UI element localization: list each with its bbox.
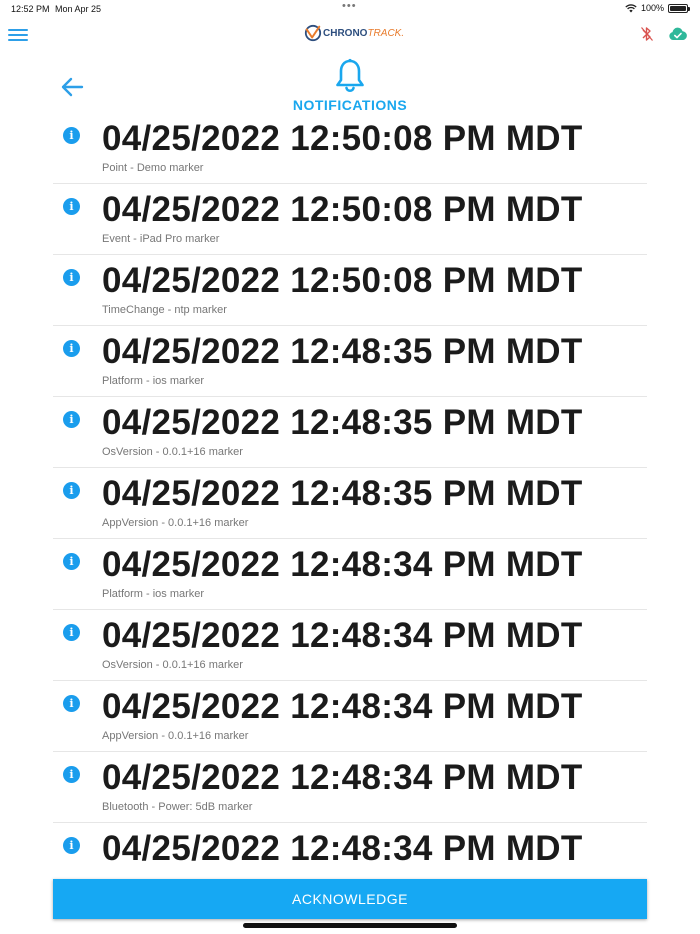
status-bar: 12:52 PM Mon Apr 25 ••• 100%	[0, 0, 700, 18]
status-time: 12:52 PM	[11, 4, 50, 14]
info-icon: i	[63, 269, 80, 286]
notification-row[interactable]: i 04/25/2022 12:48:34 PM MDT OsVersion -…	[53, 610, 647, 681]
notification-row[interactable]: i 04/25/2022 12:48:35 PM MDT Platform - …	[53, 326, 647, 397]
bluetooth-off-icon[interactable]	[640, 26, 654, 42]
notification-row[interactable]: i 04/25/2022 12:48:34 PM MDT Platform - …	[53, 539, 647, 610]
acknowledge-button[interactable]: ACKNOWLEDGE	[53, 879, 647, 919]
notification-timestamp: 04/25/2022 12:48:35 PM MDT	[102, 403, 583, 442]
notification-description: OsVersion - 0.0.1+16 marker	[102, 446, 243, 458]
info-icon: i	[63, 695, 80, 712]
status-date: Mon Apr 25	[55, 4, 102, 14]
bell-icon	[336, 58, 364, 92]
notification-row[interactable]: i 04/25/2022 12:50:08 PM MDT Event - iPa…	[53, 184, 647, 255]
notification-timestamp: 04/25/2022 12:50:08 PM MDT	[102, 119, 583, 158]
notification-description: OsVersion - 0.0.1+16 marker	[102, 659, 243, 671]
notification-timestamp: 04/25/2022 12:48:34 PM MDT	[102, 687, 583, 726]
notification-row[interactable]: i 04/25/2022 12:48:35 PM MDT OsVersion -…	[53, 397, 647, 468]
info-icon: i	[63, 553, 80, 570]
notification-list[interactable]: i 04/25/2022 12:50:08 PM MDT Point - Dem…	[53, 113, 647, 894]
notification-description: TimeChange - ntp marker	[102, 304, 227, 316]
logo-mark-icon	[304, 24, 322, 42]
notification-timestamp: 04/25/2022 12:48:34 PM MDT	[102, 758, 583, 797]
notification-description: Platform - ios marker	[102, 588, 205, 600]
menu-icon[interactable]	[8, 26, 28, 42]
notification-timestamp: 04/25/2022 12:48:35 PM MDT	[102, 332, 583, 371]
info-icon: i	[63, 837, 80, 854]
app-bar: CHRONOTRACK.	[0, 18, 700, 58]
logo-text: CHRONOTRACK.	[323, 27, 405, 39]
info-icon: i	[63, 624, 80, 641]
battery-percent: 100%	[640, 3, 664, 13]
notification-description: Event - iPad Pro marker	[102, 233, 220, 245]
info-icon: i	[63, 766, 80, 783]
notification-timestamp: 04/25/2022 12:48:34 PM MDT	[102, 545, 583, 584]
notification-description: Platform - ios marker	[102, 375, 205, 387]
notification-timestamp: 04/25/2022 12:48:35 PM MDT	[102, 474, 583, 513]
notification-timestamp: 04/25/2022 12:48:34 PM MDT	[102, 616, 583, 655]
notification-row[interactable]: i 04/25/2022 12:50:08 PM MDT Point - Dem…	[53, 113, 647, 184]
info-icon: i	[63, 482, 80, 499]
notification-row[interactable]: i 04/25/2022 12:48:34 PM MDT Bluetooth -…	[53, 752, 647, 823]
notification-description: AppVersion - 0.0.1+16 marker	[102, 730, 249, 742]
chronotrack-logo: CHRONOTRACK.	[304, 24, 404, 42]
notification-row[interactable]: i 04/25/2022 12:48:35 PM MDT AppVersion …	[53, 468, 647, 539]
wifi-icon	[625, 3, 637, 12]
cloud-check-icon[interactable]	[668, 27, 688, 41]
notification-timestamp: 04/25/2022 12:50:08 PM MDT	[102, 190, 583, 229]
notification-description: Bluetooth - Power: 5dB marker	[102, 801, 253, 813]
notification-description: Point - Demo marker	[102, 162, 204, 174]
back-arrow-icon[interactable]	[60, 76, 84, 98]
status-right: 100%	[625, 3, 690, 13]
notification-row[interactable]: i 04/25/2022 12:48:34 PM MDT AppVersion …	[53, 681, 647, 752]
info-icon: i	[63, 127, 80, 144]
info-icon: i	[63, 411, 80, 428]
home-indicator[interactable]	[243, 923, 457, 928]
notification-timestamp: 04/25/2022 12:50:08 PM MDT	[102, 261, 583, 300]
notification-row[interactable]: i 04/25/2022 12:50:08 PM MDT TimeChange …	[53, 255, 647, 326]
info-icon: i	[63, 198, 80, 215]
info-icon: i	[63, 340, 80, 357]
notification-description: AppVersion - 0.0.1+16 marker	[102, 517, 249, 529]
notification-timestamp: 04/25/2022 12:48:34 PM MDT	[102, 829, 583, 868]
battery-icon	[668, 3, 690, 13]
page-title: NOTIFICATIONS	[292, 97, 408, 113]
multitasking-dots[interactable]: •••	[342, 0, 357, 12]
